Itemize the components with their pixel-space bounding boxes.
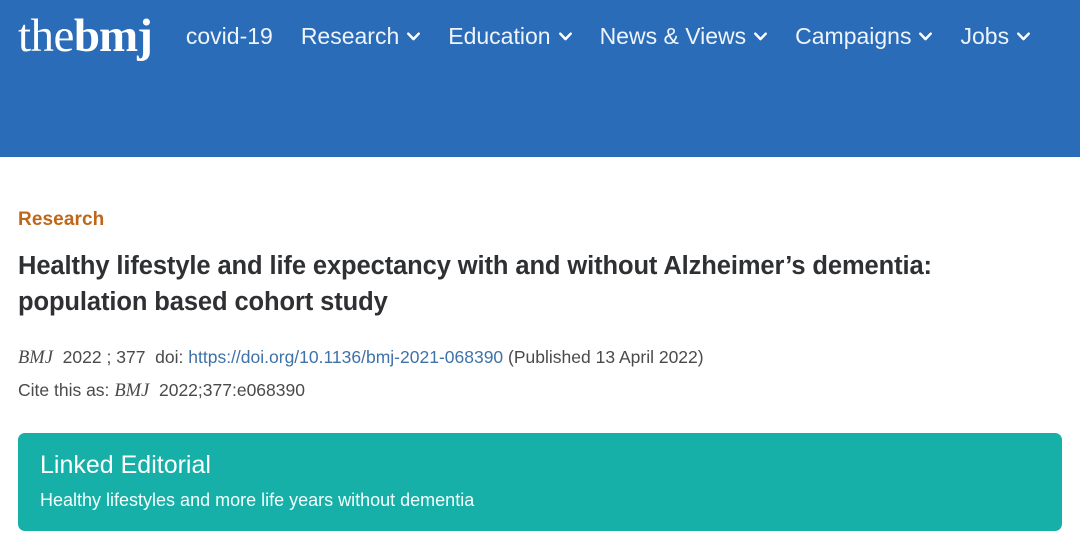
citation-doi-label: doi:	[155, 347, 184, 368]
cite-this-as-journal: BMJ	[114, 380, 150, 401]
logo-text-bmj: bmj	[73, 9, 153, 62]
linked-editorial-banner[interactable]: Linked Editorial Healthy lifestyles and …	[18, 433, 1062, 531]
nav-item-label: News & Views	[599, 22, 747, 49]
nav-item-covid-19[interactable]: covid-19	[186, 23, 273, 50]
site-header: the bmj covid-19 Research Education News …	[0, 0, 1080, 157]
citation-line: BMJ 2022 ; 377 doi: https://doi.org/10.1…	[18, 342, 1062, 374]
nav-item-campaigns[interactable]: Campaigns	[795, 22, 933, 50]
linked-editorial-subtitle: Healthy lifestyles and more life years w…	[40, 490, 475, 511]
citation-journal: BMJ	[18, 348, 53, 369]
nav-item-label: covid-19	[185, 22, 273, 49]
article-category-label[interactable]: Research	[18, 209, 104, 231]
chevron-down-icon	[919, 30, 933, 43]
chevron-down-icon	[1017, 30, 1031, 43]
cite-this-as-prefix: Cite this as:	[18, 379, 110, 400]
citation-block: BMJ 2022 ; 377 doi: https://doi.org/10.1…	[18, 342, 1062, 407]
site-logo-thebmj[interactable]: the bmj	[18, 9, 153, 62]
nav-item-label: Campaigns	[795, 22, 912, 49]
cite-this-as-line: Cite this as: BMJ 2022;377:e068390	[18, 375, 1062, 407]
chevron-down-icon	[558, 30, 572, 43]
logo-text-the: the	[18, 9, 74, 62]
nav-item-education[interactable]: Education	[448, 22, 572, 50]
article-container: Research Healthy lifestyle and life expe…	[0, 157, 1080, 531]
chevron-down-icon	[754, 30, 768, 43]
nav-item-research[interactable]: Research	[300, 22, 421, 50]
page-title: Healthy lifestyle and life expectancy wi…	[18, 252, 932, 317]
nav-item-label: Jobs	[960, 22, 1010, 49]
linked-editorial-title: Linked Editorial	[40, 451, 211, 480]
main-navigation: covid-19 Research Education News & Views	[186, 23, 1080, 50]
nav-item-jobs[interactable]: Jobs	[960, 22, 1031, 50]
nav-item-label: Education	[448, 22, 551, 49]
nav-item-news-and-views[interactable]: News & Views	[600, 23, 768, 50]
citation-year: 2022	[62, 347, 102, 368]
citation-published-date: (Published 13 April 2022)	[508, 347, 704, 368]
nav-item-label: Research	[300, 22, 400, 49]
citation-separator: ;	[106, 347, 112, 368]
chevron-down-icon	[407, 30, 421, 43]
citation-volume: 377	[116, 347, 146, 368]
doi-link[interactable]: https://doi.org/10.1136/bmj-2021-068390	[188, 347, 503, 367]
cite-this-as-reference: 2022;377:e068390	[158, 379, 305, 400]
header-row: the bmj covid-19 Research Education News …	[0, 0, 1080, 72]
